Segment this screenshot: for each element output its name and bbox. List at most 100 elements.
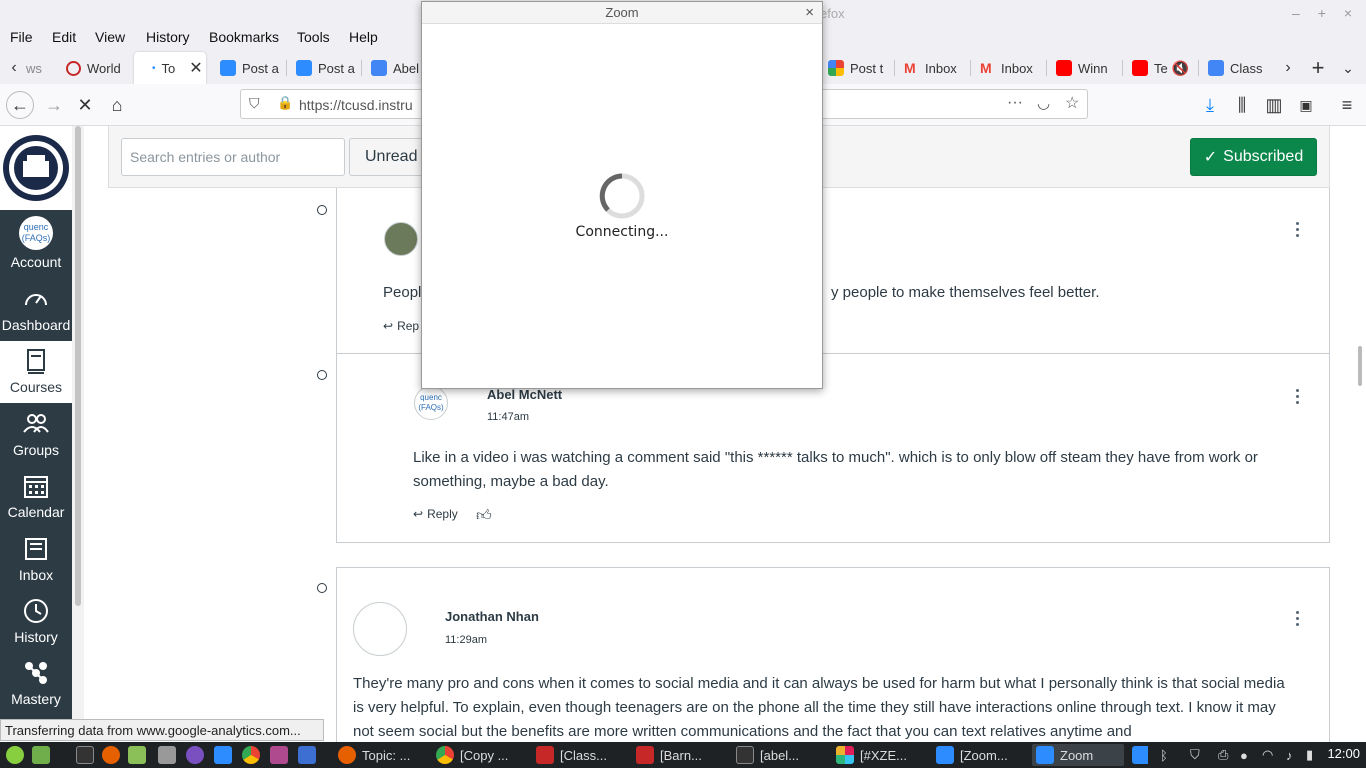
tab[interactable]: Post a [296,52,356,84]
taskbar-window[interactable]: [Zoom... [932,744,1024,766]
entry-options-icon[interactable] [1296,389,1300,407]
nav-courses[interactable]: Courses [0,341,72,403]
mute-icon[interactable]: 🔇 [1172,60,1189,77]
show-desktop-icon[interactable] [28,744,52,766]
back-arrow-icon[interactable]: ← [6,91,34,119]
chrome-launcher-icon[interactable] [238,744,262,766]
menu-view[interactable]: View [95,29,125,45]
subscribed-button[interactable]: ✓ Subscribed [1190,138,1317,176]
entry-options-icon[interactable] [1296,611,1300,629]
battery-icon[interactable]: ▮ [1302,744,1322,766]
tab[interactable]: M Inbox [904,52,964,84]
bluetooth-icon[interactable]: ᛒ [1156,744,1176,766]
nav-history[interactable]: History [0,591,72,653]
tab[interactable]: Abel [371,52,421,84]
close-tab-icon[interactable]: ✕ [189,58,202,78]
taskbar-window[interactable]: [#XZE... [832,744,924,766]
entry-author[interactable]: Jonathan Nhan [445,609,539,624]
lock-icon[interactable]: 🔒 [277,95,293,111]
nav-groups[interactable]: Groups [0,404,72,466]
wifi-icon[interactable]: ◠ [1258,744,1278,766]
emacs-launcher-icon[interactable] [182,744,206,766]
tab[interactable]: Class [1208,52,1264,84]
tab[interactable]: World [66,52,126,84]
library-icon[interactable]: ⫼ [1228,91,1256,119]
menu-bookmarks[interactable]: Bookmarks [209,29,279,45]
bookmark-star-icon[interactable]: ☆ [1065,93,1079,113]
camera-icon [158,746,176,764]
taskbar-window-active[interactable]: Zoom [1032,744,1124,766]
search-entries-input[interactable]: Search entries or author [121,138,345,176]
entry-author[interactable]: Abel McNett [487,387,562,402]
user-icon[interactable]: ● [1236,744,1256,766]
tab-list-chevron-down-icon[interactable]: ⌄ [1334,54,1362,82]
close-window-icon[interactable]: × [1344,5,1352,21]
shield-tray-icon[interactable]: ⛉ [1186,744,1206,766]
menu-tools[interactable]: Tools [297,29,330,45]
tab[interactable]: M Inbox [980,52,1040,84]
pocket-icon[interactable]: ◡ [1037,94,1050,112]
firefox-launcher-icon[interactable] [98,744,122,766]
taskbar-window[interactable]: [Copy ... [432,744,524,766]
tab[interactable]: Te 🔇 [1132,52,1192,84]
avatar[interactable] [353,602,407,656]
scrollbar-thumb[interactable] [75,126,81,606]
zoom-tray-icon[interactable] [1128,744,1148,766]
stop-loading-icon[interactable]: ✕ [71,91,99,119]
close-dialog-icon[interactable]: × [805,4,814,21]
taskbar-window[interactable]: [Barn... [632,744,724,766]
tab-scroll-right-icon[interactable]: › [1274,54,1302,82]
menu-history[interactable]: History [146,29,190,45]
nav-dashboard[interactable]: Dashboard [0,279,72,341]
avatar[interactable] [384,222,418,256]
avatar[interactable]: quenc (FAQs) [414,386,448,420]
tab[interactable]: ws [26,52,50,84]
reply-link[interactable]: ↩ Reply [413,507,458,521]
app-launcher-icon[interactable] [266,744,290,766]
tab[interactable]: Winn [1056,52,1116,84]
shield-icon[interactable]: ⛉ [249,95,260,112]
entry-options-icon[interactable] [1296,222,1300,240]
app-launcher-icon[interactable] [294,744,318,766]
terminal-launcher-icon[interactable] [72,744,96,766]
new-tab-icon[interactable]: + [1304,54,1332,82]
nav-calendar[interactable]: Calendar [0,466,72,528]
download-icon[interactable]: ⤓ [1196,91,1224,119]
printer-icon[interactable]: ⎙ [1214,744,1234,766]
start-menu-icon[interactable] [2,744,26,766]
nav-scrollbar[interactable] [72,126,84,720]
taskbar-window[interactable]: [Class... [532,744,624,766]
nav-account[interactable]: quenc (FAQs) Account [0,210,72,276]
home-icon[interactable]: ⌂ [103,91,131,119]
sidebar-icon[interactable]: ▥ [1260,91,1288,119]
minimize-icon[interactable]: – [1292,5,1300,21]
camera-launcher-icon[interactable] [154,744,178,766]
taskbar-window[interactable]: Topic: ... [334,744,424,766]
tab-active[interactable]: • To ✕ [134,52,206,84]
tab[interactable]: Post t [828,52,888,84]
maximize-icon[interactable]: + [1318,5,1326,21]
nav-mastery[interactable]: Mastery [0,653,72,715]
taskbar-window[interactable]: [abel... [732,744,824,766]
scrollbar-thumb[interactable] [1358,346,1362,386]
like-thumbs-up-icon[interactable]: 👍︎ [476,507,492,525]
files-launcher-icon[interactable] [124,744,148,766]
forward-arrow-icon[interactable]: → [40,91,68,119]
clock[interactable]: 12:00 [1327,746,1360,761]
reply-link[interactable]: ↩ Rep [383,319,419,333]
tab[interactable]: Post a [220,52,280,84]
nav-inbox[interactable]: Inbox [0,529,72,591]
zoom-launcher-icon[interactable] [210,744,234,766]
hamburger-menu-icon[interactable]: ≡ [1333,91,1361,119]
volume-icon[interactable]: ♪ [1282,744,1302,766]
menu-help[interactable]: Help [349,29,378,45]
extension-icon[interactable]: ▣ [1292,91,1320,119]
tab-scroll-left-icon[interactable]: ‹ [0,54,28,82]
page-actions-icon[interactable]: ··· [1007,94,1023,112]
school-logo[interactable] [0,126,72,210]
page-scrollbar[interactable] [1354,126,1366,742]
firefox-icon [338,746,356,764]
menu-file[interactable]: File [10,29,33,45]
menu-edit[interactable]: Edit [52,29,76,45]
nav-label: Calendar [7,504,65,520]
